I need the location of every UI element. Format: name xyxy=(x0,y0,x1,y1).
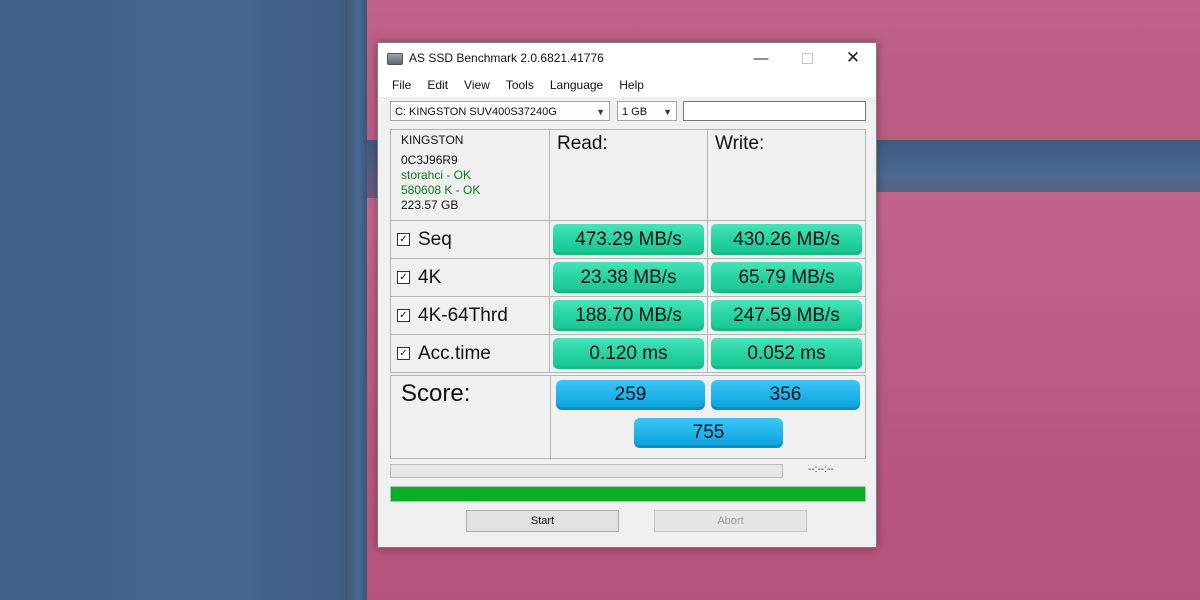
close-button[interactable]: ✕ xyxy=(830,43,876,73)
menu-edit[interactable]: Edit xyxy=(419,78,456,92)
text-input[interactable] xyxy=(683,101,866,121)
read-score: 259 xyxy=(556,380,705,410)
write-score: 356 xyxy=(711,380,860,410)
test-size-select[interactable]: 1 GB ▼ xyxy=(617,101,677,121)
seq-read-value: 473.29 MB/s xyxy=(553,224,704,255)
seq-write-value: 430.26 MB/s xyxy=(711,224,862,255)
test-progress-bar xyxy=(390,464,783,478)
write-header: Write: xyxy=(707,129,866,221)
acc-write-cell: 0.052 ms xyxy=(707,334,866,373)
4k64-write-value: 247.59 MB/s xyxy=(711,300,862,331)
4k-write-value: 65.79 MB/s xyxy=(711,262,862,293)
test-label: 4K xyxy=(418,266,442,288)
window-title: AS SSD Benchmark 2.0.6821.41776 xyxy=(409,51,604,65)
read-header: Read: xyxy=(549,129,708,221)
drive-vendor: KINGSTON xyxy=(401,133,464,147)
checkbox-checked-icon[interactable]: ✓ xyxy=(397,347,410,360)
menu-bar: File Edit View Tools Language Help xyxy=(378,73,876,97)
start-button[interactable]: Start xyxy=(466,510,619,532)
test-row-acc-time[interactable]: ✓ Acc.time xyxy=(390,334,550,373)
driver-status: storahci - OK xyxy=(401,168,472,182)
test-row-seq[interactable]: ✓ Seq xyxy=(390,220,550,259)
progress-fill xyxy=(391,487,865,501)
4k64-read-cell: 188.70 MB/s xyxy=(549,296,708,335)
chevron-down-icon: ▼ xyxy=(596,107,605,117)
checkbox-checked-icon[interactable]: ✓ xyxy=(397,233,410,246)
test-size-value: 1 GB xyxy=(622,106,648,118)
acc-write-value: 0.052 ms xyxy=(711,338,862,369)
4k64-read-value: 188.70 MB/s xyxy=(553,300,704,331)
drive-info-panel: KINGSTON 0C3J96R9 storahci - OK 580608 K… xyxy=(390,129,550,221)
test-row-4k-64thrd[interactable]: ✓ 4K-64Thrd xyxy=(390,296,550,335)
elapsed-timer: --:--:-- xyxy=(808,464,834,475)
background-gap xyxy=(870,140,1200,192)
total-score: 755 xyxy=(634,418,783,448)
test-row-4k[interactable]: ✓ 4K xyxy=(390,258,550,297)
score-label: Score: xyxy=(401,380,471,407)
drive-capacity: 223.57 GB xyxy=(401,198,459,212)
minimize-button[interactable]: — xyxy=(738,43,784,73)
disk-app-icon xyxy=(387,52,403,65)
drive-select-value: C: KINGSTON SUV400S37240G xyxy=(395,106,557,118)
test-label: Acc.time xyxy=(418,342,491,364)
4k-read-cell: 23.38 MB/s xyxy=(549,258,708,297)
drive-select[interactable]: C: KINGSTON SUV400S37240G ▼ xyxy=(390,101,610,121)
seq-write-cell: 430.26 MB/s xyxy=(707,220,866,259)
checkbox-checked-icon[interactable]: ✓ xyxy=(397,309,410,322)
acc-read-cell: 0.120 ms xyxy=(549,334,708,373)
background-edge xyxy=(345,0,367,600)
divider xyxy=(550,376,551,460)
4k-read-value: 23.38 MB/s xyxy=(553,262,704,293)
maximize-icon xyxy=(801,52,813,64)
test-label: Seq xyxy=(418,228,452,250)
acc-read-value: 0.120 ms xyxy=(553,338,704,369)
chevron-down-icon: ▼ xyxy=(663,107,672,117)
test-label: 4K-64Thrd xyxy=(418,304,508,326)
menu-language[interactable]: Language xyxy=(542,78,611,92)
checkbox-checked-icon[interactable]: ✓ xyxy=(397,271,410,284)
menu-tools[interactable]: Tools xyxy=(498,78,542,92)
overall-progress-bar xyxy=(390,486,866,502)
abort-button[interactable]: Abort xyxy=(654,510,807,532)
alignment-status: 580608 K - OK xyxy=(401,183,481,197)
seq-read-cell: 473.29 MB/s xyxy=(549,220,708,259)
menu-file[interactable]: File xyxy=(384,78,419,92)
toolbar: C: KINGSTON SUV400S37240G ▼ 1 GB ▼ xyxy=(390,101,866,123)
4k-write-cell: 65.79 MB/s xyxy=(707,258,866,297)
score-panel: Score: 259 356 755 xyxy=(390,375,866,460)
menu-view[interactable]: View xyxy=(456,78,498,92)
menu-help[interactable]: Help xyxy=(611,78,652,92)
title-bar[interactable]: AS SSD Benchmark 2.0.6821.41776 — ✕ xyxy=(378,43,876,73)
background-wall-blue xyxy=(0,0,362,600)
maximize-button[interactable] xyxy=(784,43,830,73)
drive-firmware: 0C3J96R9 xyxy=(401,153,458,167)
4k64-write-cell: 247.59 MB/s xyxy=(707,296,866,335)
app-window: AS SSD Benchmark 2.0.6821.41776 — ✕ File… xyxy=(377,42,877,548)
